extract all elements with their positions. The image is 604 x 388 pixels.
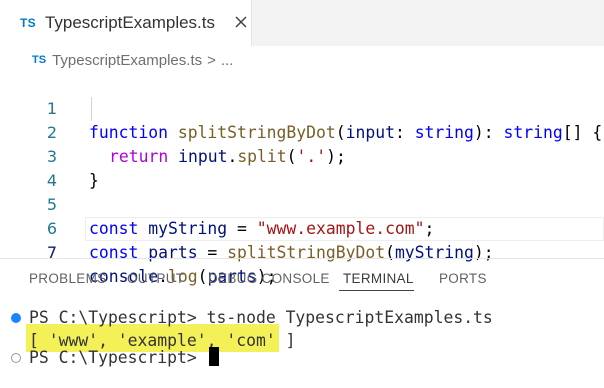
terminal-cursor [208, 347, 219, 366]
breadcrumb-more[interactable]: ... [221, 52, 234, 69]
code-line: 4 [0, 145, 604, 190]
tab-problems[interactable]: PROBLEMS [29, 271, 106, 286]
active-tab-indicator [339, 290, 414, 291]
terminal-prompt: PS C:\Typescript> [29, 348, 207, 367]
editor-tab-bar: TS TypescriptExamples.ts [0, 0, 604, 46]
command-pending-icon [11, 353, 21, 363]
tab-typescript-examples[interactable]: TS TypescriptExamples.ts [0, 0, 252, 46]
terminal-prompt-line: PS C:\Typescript> [29, 346, 219, 370]
terminal-command-line: PS C:\Typescript> ts-node TypescriptExam… [29, 308, 493, 327]
code-line: 5 const myString = "www.example.com"; [0, 169, 604, 238]
command-success-icon[interactable] [11, 313, 21, 323]
code-line: 7 console.log(parts); [0, 217, 604, 286]
tab-ports[interactable]: PORTS [439, 271, 487, 286]
code-line: 2 return input.split('.'); [0, 97, 604, 166]
code-line: 3 } [0, 121, 604, 190]
panel-tab-bar: PROBLEMS OUTPUT DEBUG CONSOLE TERMINAL P… [0, 259, 604, 299]
tab-terminal[interactable]: TERMINAL [343, 271, 414, 286]
code-line: 1 function splitStringByDot(input: strin… [0, 73, 604, 142]
breadcrumb-separator: > [207, 51, 216, 69]
tab-output[interactable]: OUTPUT [127, 271, 184, 286]
code-line: 6 const parts = splitStringByDot(myStrin… [0, 193, 604, 262]
typescript-file-icon: TS [20, 16, 36, 30]
close-icon[interactable] [232, 13, 250, 31]
breadcrumb-file[interactable]: TypescriptExamples.ts [52, 52, 202, 69]
breadcrumb: TS TypescriptExamples.ts > ... [0, 49, 233, 71]
typescript-file-icon: TS [32, 54, 47, 66]
tab-debug-console[interactable]: DEBUG CONSOLE [208, 271, 330, 286]
tab-label: TypescriptExamples.ts [44, 13, 215, 32]
